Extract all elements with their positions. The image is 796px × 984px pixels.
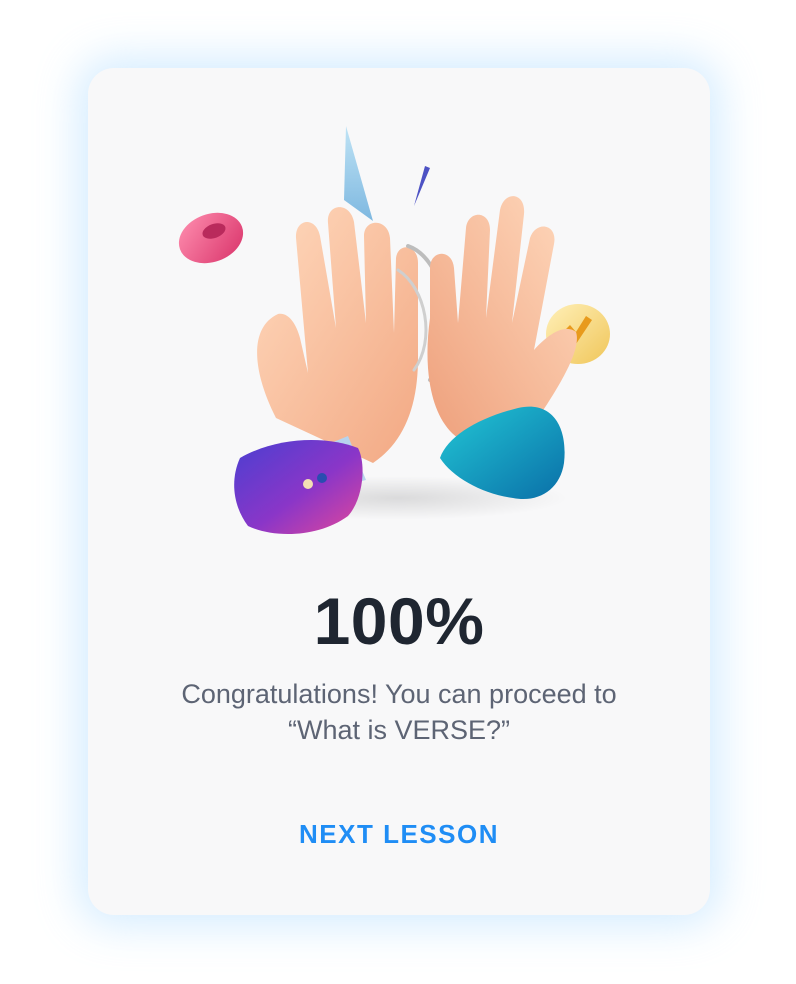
next-lesson-button[interactable]: NEXT LESSON — [269, 810, 529, 858]
message-line-1: Congratulations! You can proceed to — [181, 679, 617, 709]
message-line-2: “What is VERSE?” — [287, 715, 511, 745]
completion-score: 100% — [313, 584, 485, 658]
small-shard-icon — [414, 166, 430, 206]
lesson-complete-card: 100% Congratulations! You can proceed to… — [88, 68, 710, 915]
right-hand-icon — [427, 196, 577, 500]
pink-donut-icon — [178, 212, 244, 264]
congratulations-message: Congratulations! You can proceed to “Wha… — [128, 676, 670, 748]
page: 100% Congratulations! You can proceed to… — [0, 0, 796, 984]
crystal-shard-icon — [344, 126, 373, 221]
high-five-illustration — [178, 126, 610, 535]
